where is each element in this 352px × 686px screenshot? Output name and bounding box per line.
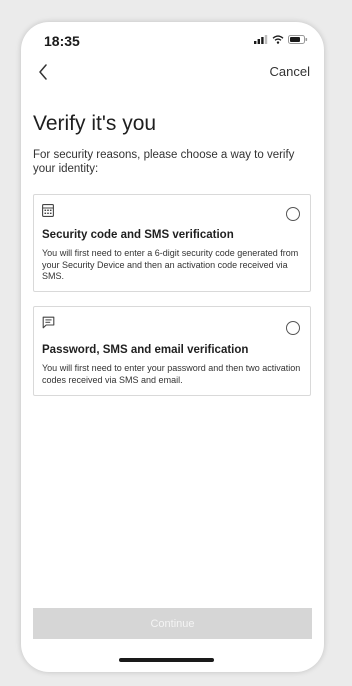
option-radio[interactable] [286,207,300,221]
option-title: Password, SMS and email verification [42,344,249,356]
home-indicator [119,658,214,662]
status-bar: 18:35 [21,22,324,56]
status-icons [254,35,308,44]
option-description: You will first need to enter a 6-digit s… [42,248,299,281]
option-password-sms-email[interactable]: Password, SMS and email verification You… [33,306,311,396]
page-title: Verify it's you [33,112,157,135]
signal-icon [254,35,268,44]
message-icon [42,316,55,334]
option-security-code-sms[interactable]: Security code and SMS verification You w… [33,194,311,292]
option-title: Security code and SMS verification [42,229,234,241]
phone-screen: 18:35 Cancel Verify it's you For securit… [21,22,324,672]
battery-icon [288,35,308,44]
cancel-button[interactable]: Cancel [270,64,310,79]
back-button[interactable] [31,58,55,86]
calculator-icon [42,204,54,222]
page-subtitle: For security reasons, please choose a wa… [33,149,295,175]
status-time: 18:35 [44,33,80,49]
option-description: You will first need to enter your passwo… [42,363,301,385]
chevron-left-icon [39,64,47,80]
wifi-icon [272,35,284,44]
continue-button[interactable]: Continue [33,608,312,639]
navigation-bar: Cancel [21,56,324,96]
option-radio[interactable] [286,321,300,335]
